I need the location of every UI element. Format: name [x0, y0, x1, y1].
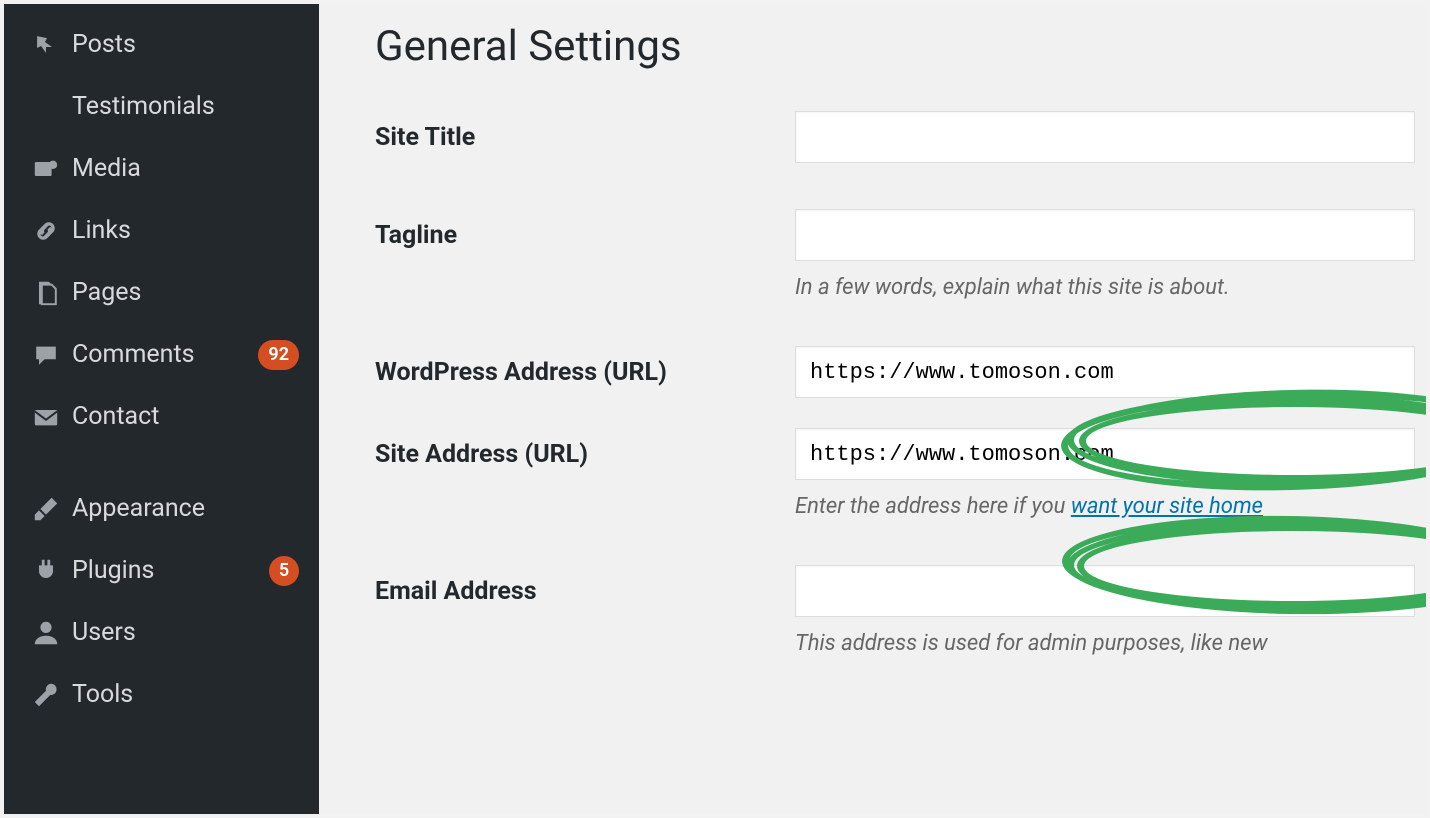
sidebar-item-label: Tools	[72, 680, 299, 710]
label-email: Email Address	[375, 565, 795, 606]
sidebar-item-posts[interactable]: Posts	[4, 14, 319, 76]
label-site-url: Site Address (URL)	[375, 428, 795, 469]
sidebar-item-label: Posts	[72, 30, 299, 60]
sidebar-item-label: Pages	[72, 278, 299, 308]
sidebar-item-label: Testimonials	[72, 92, 299, 122]
site-url-description: Enter the address here if you want your …	[795, 494, 1426, 519]
label-site-title: Site Title	[375, 111, 795, 152]
sidebar-item-label: Media	[72, 154, 299, 184]
label-wp-url: WordPress Address (URL)	[375, 346, 795, 387]
site-url-input[interactable]	[795, 428, 1415, 480]
sidebar-item-label: Users	[72, 618, 299, 648]
row-site-url: Site Address (URL) Enter the address her…	[375, 428, 1426, 519]
sidebar-item-media[interactable]: Media	[4, 138, 319, 200]
sidebar-item-users[interactable]: Users	[4, 602, 319, 664]
email-description: This address is used for admin purposes,…	[795, 631, 1426, 656]
sidebar-item-label: Comments	[72, 340, 252, 370]
settings-main: General Settings Site Title Tagline In a…	[319, 4, 1426, 814]
sidebar-item-comments[interactable]: Comments 92	[4, 324, 319, 386]
row-email: Email Address This address is used for a…	[375, 565, 1426, 656]
tool-icon	[32, 681, 72, 709]
site-url-desc-link[interactable]: want your site home	[1071, 494, 1263, 519]
sidebar-item-testimonials[interactable]: Testimonials	[4, 76, 319, 138]
site-url-desc-text: Enter the address here if you	[795, 494, 1071, 519]
mail-icon	[32, 403, 72, 431]
sidebar-item-contact[interactable]: Contact	[4, 386, 319, 448]
plug-icon	[32, 557, 72, 585]
email-input[interactable]	[795, 565, 1415, 617]
comments-count-badge: 92	[258, 340, 299, 370]
sidebar-item-appearance[interactable]: Appearance	[4, 478, 319, 540]
sidebar-item-plugins[interactable]: Plugins 5	[4, 540, 319, 602]
tagline-description: In a few words, explain what this site i…	[795, 275, 1426, 300]
tagline-input[interactable]	[795, 209, 1415, 261]
row-wp-url: WordPress Address (URL)	[375, 346, 1426, 398]
row-tagline: Tagline In a few words, explain what thi…	[375, 209, 1426, 300]
sidebar-item-links[interactable]: Links	[4, 200, 319, 262]
admin-sidebar: Posts Testimonials Media Links Pages	[4, 4, 319, 814]
label-tagline: Tagline	[375, 209, 795, 250]
sidebar-item-label: Contact	[72, 402, 299, 432]
wp-url-input[interactable]	[795, 346, 1415, 398]
link-icon	[32, 217, 72, 245]
site-title-input[interactable]	[795, 111, 1415, 163]
page-icon	[32, 279, 72, 307]
row-site-title: Site Title	[375, 111, 1426, 163]
sidebar-item-label: Appearance	[72, 494, 299, 524]
page-title: General Settings	[375, 22, 1426, 71]
user-icon	[32, 619, 72, 647]
sidebar-item-label: Plugins	[72, 556, 263, 586]
media-icon	[32, 155, 72, 183]
pin-icon	[32, 31, 72, 59]
sidebar-item-pages[interactable]: Pages	[4, 262, 319, 324]
sidebar-item-label: Links	[72, 216, 299, 246]
brush-icon	[32, 495, 72, 523]
comment-icon	[32, 341, 72, 369]
plugins-count-badge: 5	[269, 556, 299, 586]
sidebar-item-tools[interactable]: Tools	[4, 664, 319, 726]
